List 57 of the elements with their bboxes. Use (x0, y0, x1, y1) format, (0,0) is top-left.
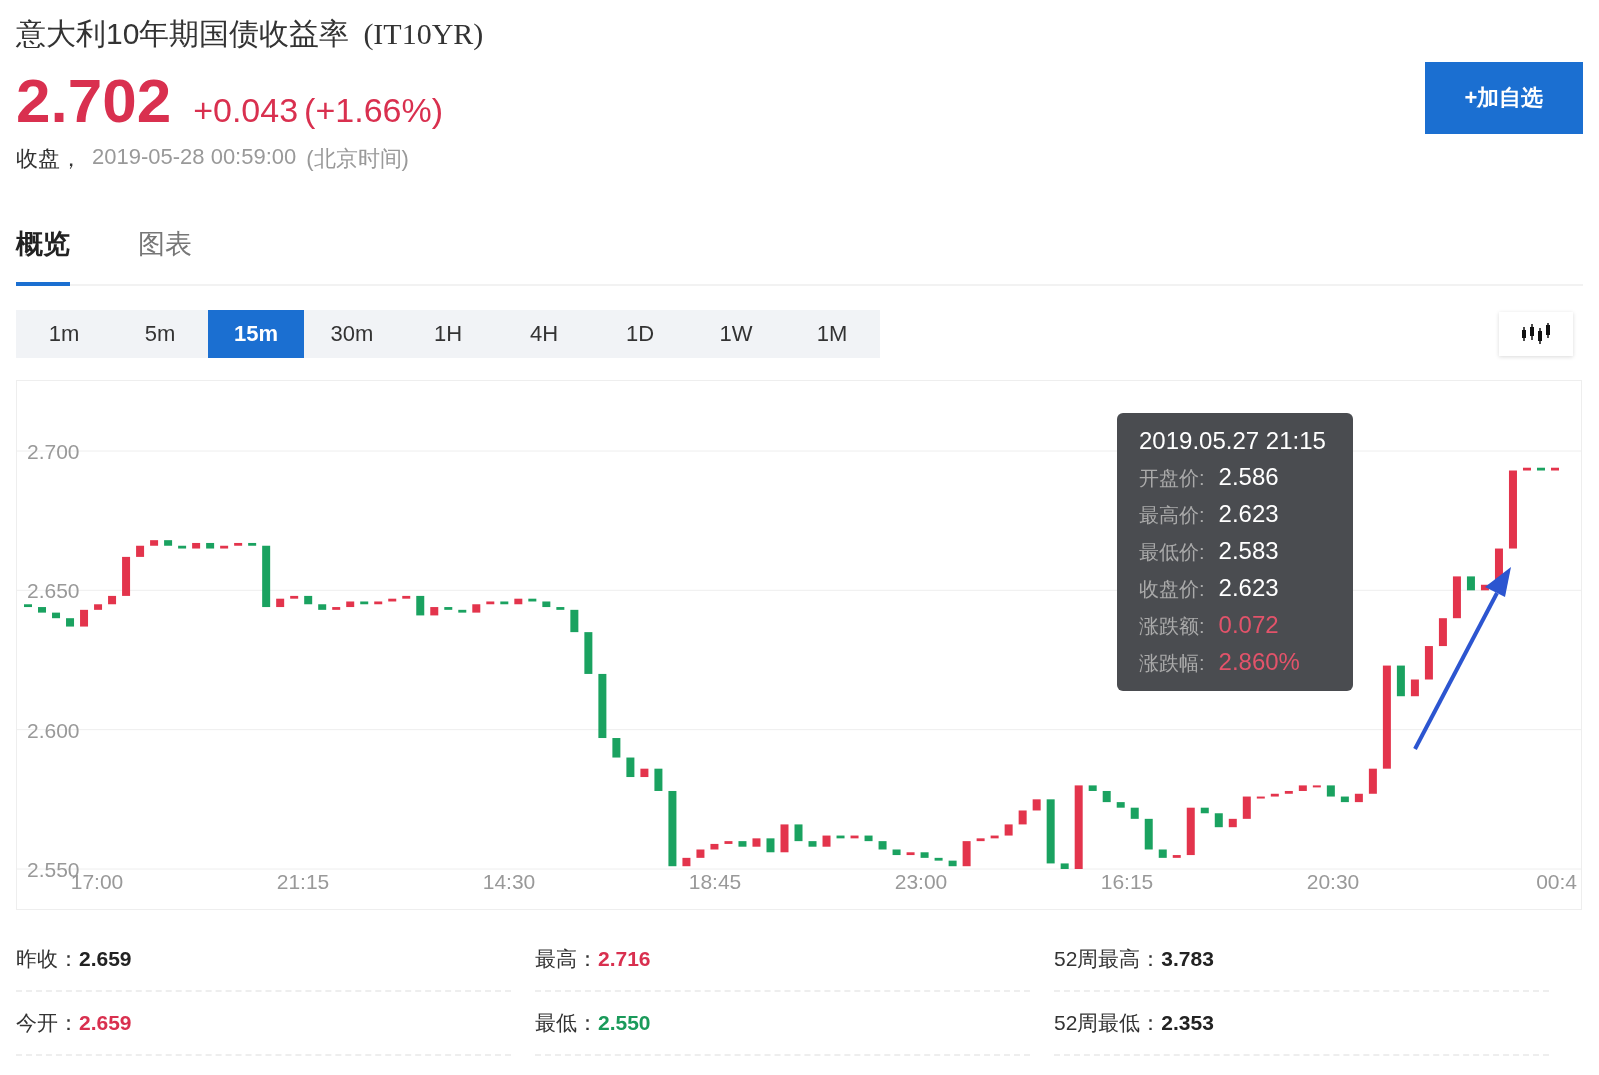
tooltip-value: 2.623 (1218, 574, 1279, 602)
interval-tab[interactable]: 15m (208, 310, 304, 358)
stat-label: 昨收： (16, 946, 79, 972)
interval-tab[interactable]: 1H (400, 310, 496, 358)
tooltip-label: 开盘价: (1139, 466, 1205, 491)
stat-value: 2.716 (598, 947, 651, 971)
y-axis-label: 2.700 (27, 440, 80, 463)
tooltip-label: 收盘价: (1139, 577, 1205, 602)
tooltip-label: 最高价: (1139, 503, 1205, 528)
stat-label: 52周最低： (1054, 1010, 1162, 1036)
price-change: +0.043 (193, 91, 299, 130)
price-change-percent: (+1.66%) (304, 91, 443, 130)
tooltip-label: 涨跌幅: (1139, 651, 1205, 676)
market-status: 收盘， (16, 145, 82, 173)
interval-tab[interactable]: 1m (16, 310, 112, 358)
stat-label: 52周最高： (1054, 946, 1162, 972)
interval-tab[interactable]: 1M (784, 310, 880, 358)
price: 2.702 (16, 65, 172, 136)
timezone: (北京时间) (306, 145, 409, 173)
tab[interactable]: 概览 (16, 226, 70, 286)
ticker-code: (IT10YR) (363, 17, 484, 51)
interval-tab[interactable]: 30m (304, 310, 400, 358)
interval-tab[interactable]: 5m (112, 310, 208, 358)
tooltip-value: 2.860% (1218, 648, 1300, 676)
add-to-watchlist-button[interactable]: +加自选 (1425, 62, 1583, 134)
tooltip-value: 2.623 (1218, 500, 1279, 528)
x-axis-label: 16:15 (1100, 870, 1154, 893)
interval-tab[interactable]: 1W (688, 310, 784, 358)
tooltip-value: 2.583 (1218, 537, 1279, 565)
interval-tab[interactable]: 1D (592, 310, 688, 358)
candlestick-icon (1521, 322, 1551, 346)
y-axis-label: 2.600 (27, 718, 80, 742)
tab[interactable]: 图表 (138, 226, 192, 286)
tooltip-value: 0.072 (1218, 611, 1279, 639)
timestamp: 2019-05-28 00:59:00 (92, 144, 297, 171)
x-axis-label: 20:30 (1306, 870, 1360, 893)
stat-label: 最低： (535, 1010, 598, 1036)
stat-label: 最高： (535, 946, 598, 972)
stat-value: 2.353 (1161, 1011, 1214, 1035)
x-axis-label: 00:4 (1536, 870, 1577, 893)
y-axis-label: 2.650 (27, 579, 80, 603)
tooltip-title: 2019.05.27 21:15 (1139, 427, 1327, 455)
stat-label: 今开： (16, 1010, 79, 1036)
stat-value: 2.659 (79, 947, 132, 971)
x-axis-label: 18:45 (688, 870, 742, 893)
interval-tab[interactable]: 4H (496, 310, 592, 358)
tooltip-label: 最低价: (1139, 540, 1205, 565)
stat-value: 2.659 (79, 1011, 132, 1035)
stat-value: 3.783 (1161, 947, 1214, 971)
tooltip-value: 2.586 (1218, 463, 1279, 491)
stat-value: 2.550 (598, 1011, 651, 1035)
chart-type-button[interactable] (1499, 312, 1573, 356)
tooltip-label: 涨跌额: (1139, 614, 1205, 639)
x-axis-label: 21:15 (276, 870, 330, 893)
x-axis-label: 23:00 (894, 870, 948, 893)
page-title: 意大利10年期国债收益率 (16, 16, 350, 52)
x-axis-label: 14:30 (482, 870, 536, 893)
